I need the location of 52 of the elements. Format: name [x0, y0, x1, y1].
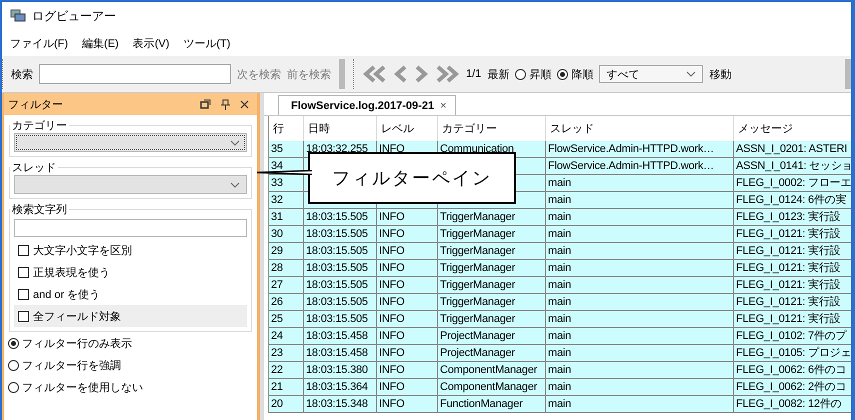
- level-select[interactable]: すべて: [599, 65, 704, 83]
- thread-label: スレッド: [11, 161, 57, 175]
- checkbox-label: and or を使う: [33, 288, 100, 302]
- filter-mode-label: フィルター行のみ表示: [22, 336, 132, 350]
- go-button[interactable]: 移動: [709, 66, 732, 82]
- callout-pointer: [256, 170, 312, 175]
- table-cell: INFO: [377, 396, 438, 413]
- checkbox[interactable]: [18, 310, 29, 322]
- category-select[interactable]: [14, 133, 247, 152]
- search-text-field[interactable]: [14, 219, 247, 237]
- checkbox[interactable]: [18, 266, 29, 278]
- sort-radio[interactable]: [515, 68, 526, 80]
- float-icon[interactable]: [200, 99, 211, 109]
- filter-mode-label: フィルターを使用しない: [22, 380, 143, 394]
- table-cell: FunctionManager: [438, 396, 546, 413]
- table-cell: 20: [269, 396, 304, 413]
- pin-icon[interactable]: [221, 98, 230, 110]
- chevron-down-icon: [686, 71, 696, 77]
- checkbox-label: 大文字小文字を区別: [33, 244, 132, 258]
- page-indicator: 1/1: [466, 68, 482, 80]
- search-label: 検索: [11, 68, 33, 82]
- menu-item[interactable]: ファイル(F): [10, 36, 68, 50]
- find-next-button[interactable]: 次を検索: [237, 66, 281, 82]
- file-tab[interactable]: FlowService.log.2017-09-21 ×: [278, 95, 456, 115]
- table-cell: main: [546, 396, 734, 413]
- sort-label: 昇順: [529, 68, 552, 82]
- sort-radio[interactable]: [557, 68, 568, 80]
- search-text-label: 検索文字列: [11, 202, 68, 217]
- app-icon: [10, 9, 26, 23]
- menu-item[interactable]: 表示(V): [132, 36, 170, 50]
- find-previous-button[interactable]: 前を検索: [287, 66, 331, 82]
- chevron-down-icon: [230, 182, 240, 188]
- table-cell: 18:03:15.348: [304, 396, 377, 413]
- pane-title: フィルター: [8, 98, 63, 112]
- chevron-down-icon: [230, 140, 240, 146]
- close-icon[interactable]: [240, 100, 249, 108]
- filter-mode-radio[interactable]: [8, 382, 19, 392]
- window-title: ログビューアー: [32, 8, 116, 24]
- latest-button[interactable]: 最新: [487, 66, 510, 82]
- filter-mode-radio[interactable]: [8, 338, 19, 348]
- menu-item[interactable]: ツール(T): [183, 36, 230, 50]
- checkbox-label: 全フィールド対象: [33, 310, 121, 324]
- filter-mode-radio[interactable]: [8, 360, 19, 370]
- category-label: カテゴリー: [11, 119, 68, 133]
- filter-mode-label: フィルター行を強調: [22, 358, 121, 372]
- menu-item[interactable]: 編集(E): [82, 36, 119, 50]
- sort-label: 降順: [571, 68, 594, 82]
- search-field[interactable]: [39, 64, 231, 84]
- checkbox[interactable]: [18, 244, 29, 256]
- checkbox[interactable]: [18, 288, 29, 300]
- checkbox-label: 正規表現を使う: [33, 266, 110, 280]
- table-cell: FLEG_I_0082: 12件の: [734, 396, 851, 413]
